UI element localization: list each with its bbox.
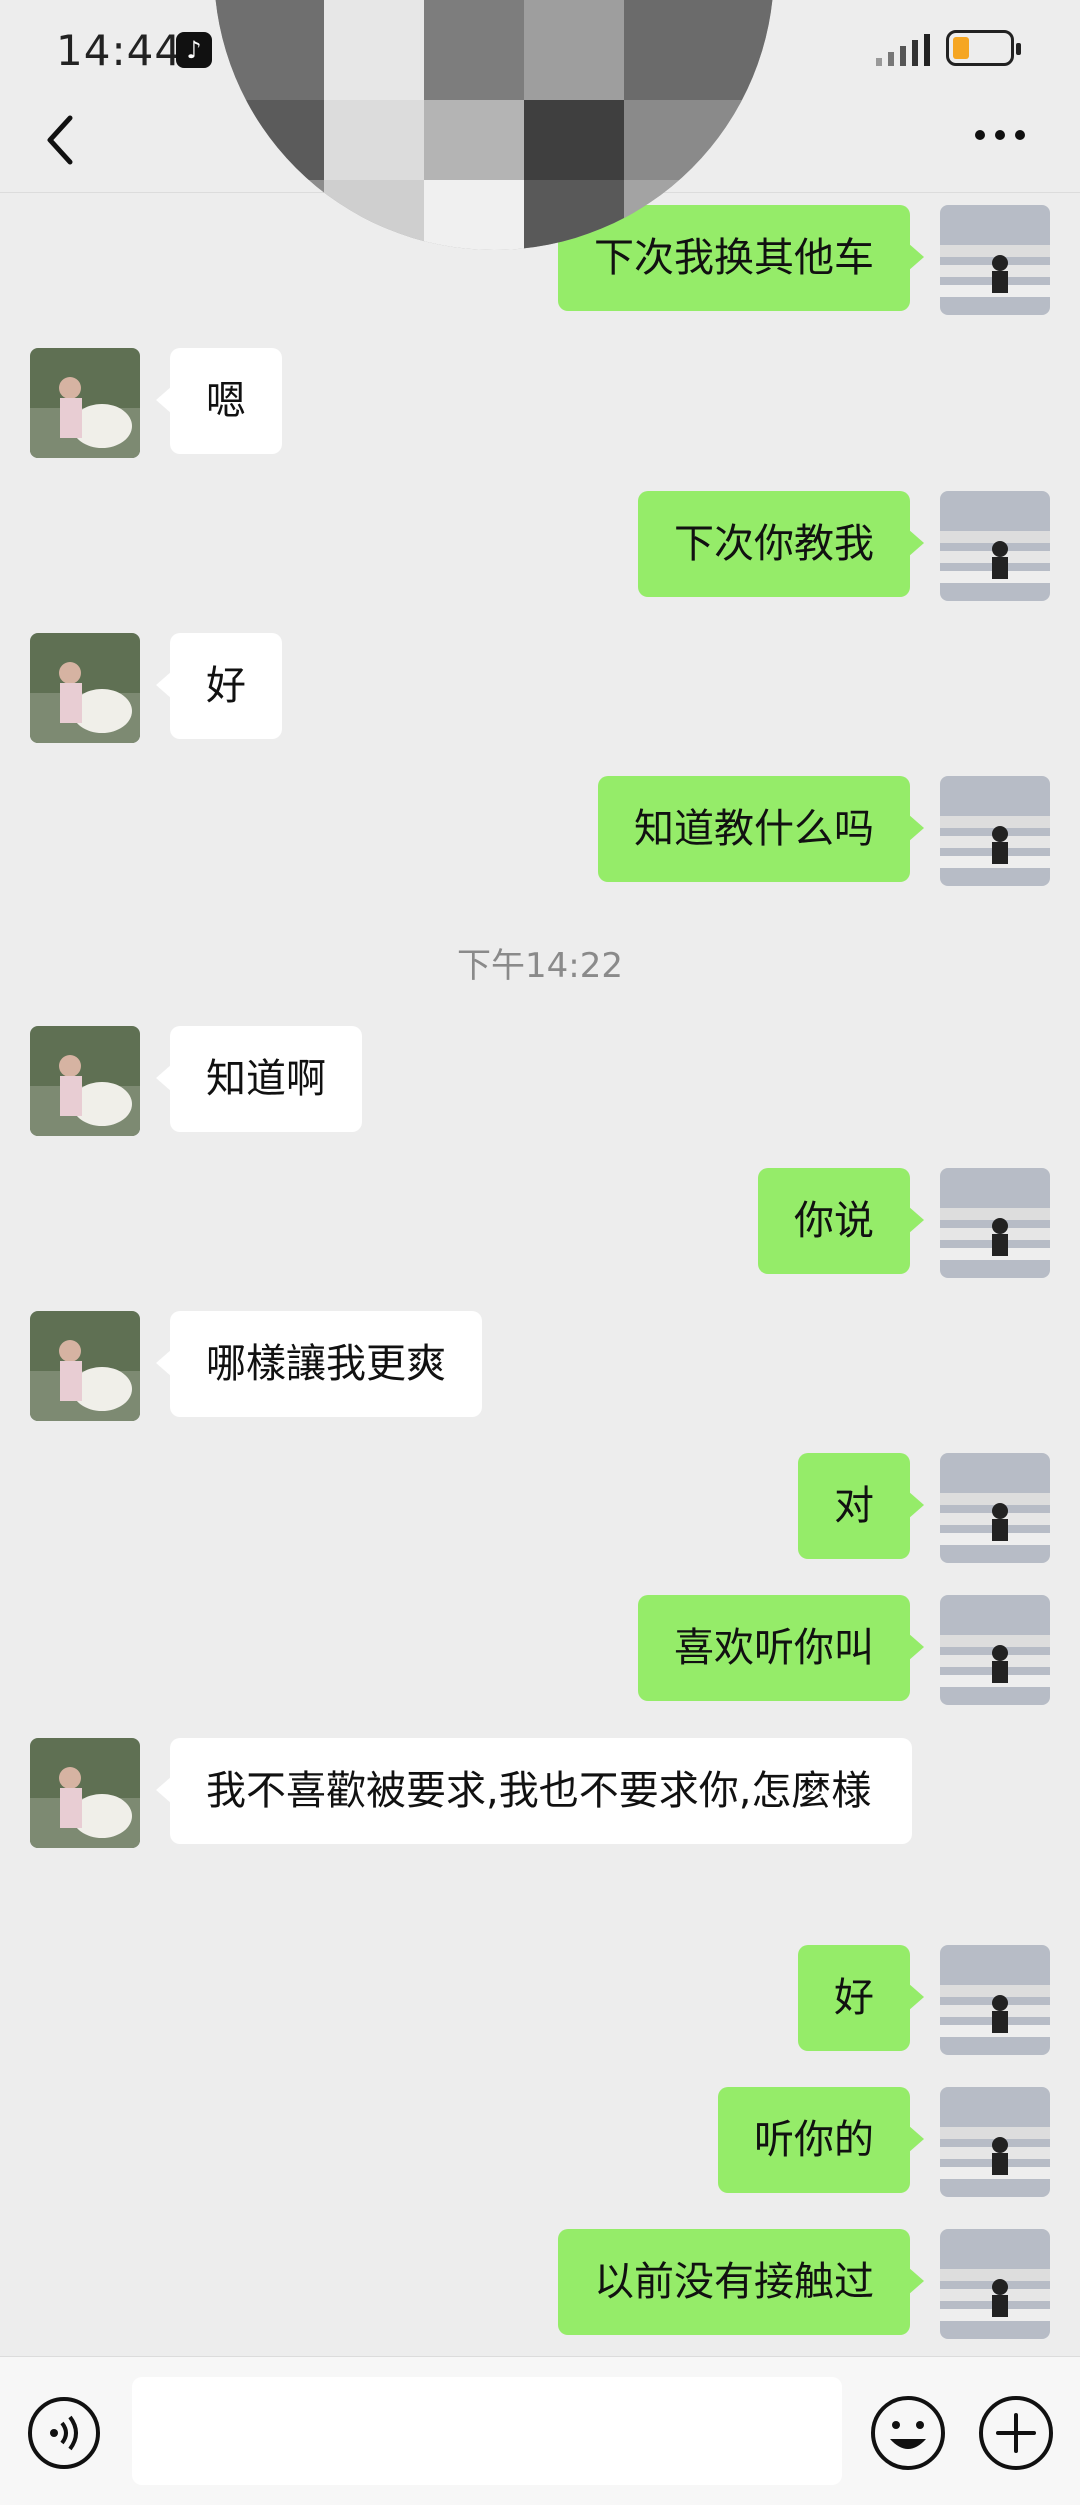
self-avatar[interactable] [940, 1453, 1050, 1563]
self-avatar[interactable] [940, 491, 1050, 601]
message-bubble-outgoing[interactable]: 喜欢听你叫 [638, 1595, 924, 1701]
message-bubble-outgoing[interactable]: 下次你教我 [638, 491, 924, 597]
message-bubble-incoming[interactable]: 我不喜歡被要求,我也不要求你,怎麼様 [156, 1738, 912, 1844]
status-time: 14:44 [56, 26, 183, 75]
self-avatar[interactable] [940, 776, 1050, 886]
signal-icon [876, 34, 930, 66]
contact-avatar[interactable] [30, 1026, 140, 1136]
message-bubble-incoming[interactable]: 知道啊 [156, 1026, 362, 1132]
self-avatar[interactable] [940, 2229, 1050, 2339]
tiktok-icon: ♪ [176, 32, 212, 68]
contact-avatar[interactable] [30, 348, 140, 458]
message-bubble-incoming[interactable]: 哪樣讓我更爽 [156, 1311, 482, 1417]
message-bubble-outgoing[interactable]: 知道教什么吗 [598, 776, 924, 882]
message-bubble-outgoing[interactable]: 你说 [758, 1168, 924, 1274]
battery-icon [946, 30, 1021, 66]
message-bubble-outgoing[interactable]: 好 [798, 1945, 924, 2051]
message-bubble-incoming[interactable]: 好 [156, 633, 282, 739]
self-avatar[interactable] [940, 2087, 1050, 2197]
self-avatar[interactable] [940, 205, 1050, 315]
plus-icon[interactable] [976, 2393, 1056, 2473]
message-bubble-outgoing[interactable]: 以前没有接触过 [558, 2229, 924, 2335]
contact-avatar[interactable] [30, 633, 140, 743]
voice-icon[interactable] [26, 2395, 102, 2471]
chevron-left-icon[interactable] [40, 110, 84, 170]
self-avatar[interactable] [940, 1945, 1050, 2055]
emoji-icon[interactable] [868, 2393, 948, 2473]
contact-avatar[interactable] [30, 1738, 140, 1848]
message-bubble-outgoing[interactable]: 对 [798, 1453, 924, 1559]
contact-avatar[interactable] [30, 1311, 140, 1421]
message-input[interactable] [132, 2377, 842, 2485]
message-timestamp: 下午14:22 [457, 946, 623, 986]
self-avatar[interactable] [940, 1168, 1050, 1278]
more-dots-icon[interactable] [972, 120, 1028, 150]
self-avatar[interactable] [940, 1595, 1050, 1705]
message-bubble-outgoing[interactable]: 听你的 [718, 2087, 924, 2193]
message-bubble-incoming[interactable]: 嗯 [156, 348, 282, 454]
input-bar [0, 2356, 1080, 2505]
chat-area[interactable]: 下次我换其他车 嗯 下次你教我 好 知道教什么吗 下午14:22 知道啊 你说 … [0, 193, 1080, 2353]
